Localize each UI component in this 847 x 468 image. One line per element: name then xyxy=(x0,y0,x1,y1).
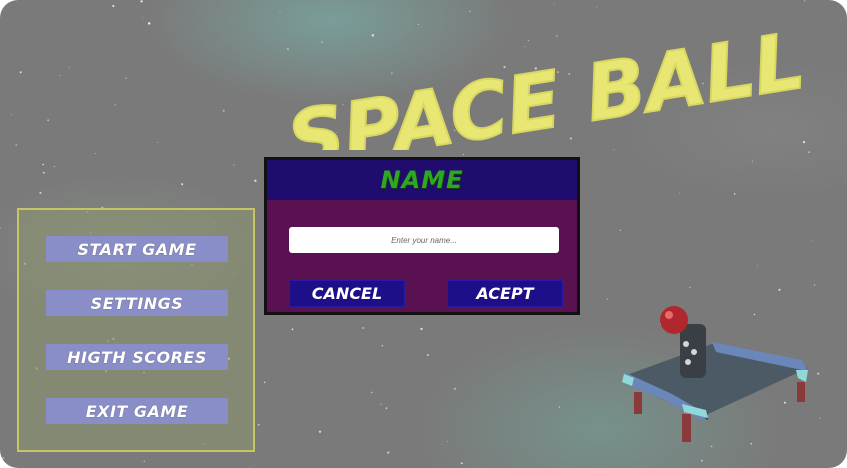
paddle-leg xyxy=(634,392,642,414)
star xyxy=(140,0,143,3)
main-menu: START GAME SETTINGS HIGTH SCORES EXIT GA… xyxy=(17,208,255,452)
star xyxy=(233,164,235,166)
star xyxy=(125,77,127,79)
dialog-header: NAME xyxy=(267,160,577,200)
star xyxy=(42,163,44,166)
star xyxy=(0,227,1,229)
star xyxy=(68,66,70,68)
star xyxy=(606,298,608,300)
star xyxy=(19,71,22,74)
star xyxy=(47,119,49,122)
star xyxy=(751,160,754,162)
paddle-platform xyxy=(624,344,808,414)
joystick-light xyxy=(691,349,697,355)
star xyxy=(39,191,42,194)
star xyxy=(114,103,117,106)
star xyxy=(222,109,225,112)
star xyxy=(462,154,464,156)
game-title-text: SPACE BALL xyxy=(282,16,811,150)
start-game-button[interactable]: START GAME xyxy=(46,236,228,262)
star xyxy=(700,459,703,462)
joystick-ball xyxy=(660,306,688,334)
game-title: SPACE BALL xyxy=(281,15,812,150)
star xyxy=(446,440,448,442)
star xyxy=(143,460,146,463)
paddle-leg xyxy=(682,414,691,442)
star xyxy=(460,462,463,465)
star xyxy=(181,183,184,186)
star xyxy=(733,193,736,195)
settings-button[interactable]: SETTINGS xyxy=(46,290,228,316)
game-screen: SPACE BALL NAME CANCEL ACEPT START GAME … xyxy=(0,0,847,468)
paddle-leg xyxy=(797,382,805,402)
star xyxy=(142,17,144,18)
accept-button[interactable]: ACEPT xyxy=(447,280,563,307)
star xyxy=(291,328,294,331)
joystick-light xyxy=(685,359,691,365)
star xyxy=(679,192,681,194)
star xyxy=(362,326,365,330)
star xyxy=(756,265,758,267)
star xyxy=(318,430,322,433)
star xyxy=(812,240,814,242)
star xyxy=(15,144,18,146)
star xyxy=(59,75,61,77)
high-scores-button[interactable]: HIGTH SCORES xyxy=(46,344,228,370)
dialog-title: NAME xyxy=(380,166,464,194)
star xyxy=(112,4,115,8)
star xyxy=(263,381,266,384)
star xyxy=(558,406,560,408)
star xyxy=(157,141,159,143)
star xyxy=(387,451,390,454)
star xyxy=(370,391,373,394)
star xyxy=(94,153,96,155)
star xyxy=(619,229,622,231)
joystick-light xyxy=(683,341,689,347)
name-dialog: NAME CANCEL ACEPT xyxy=(264,157,580,315)
star xyxy=(813,284,816,286)
star xyxy=(380,403,382,406)
star xyxy=(147,22,151,25)
star xyxy=(689,286,691,289)
joystick-ball-highlight xyxy=(665,311,673,319)
star xyxy=(10,114,12,116)
star xyxy=(453,387,457,390)
star xyxy=(381,345,383,347)
exit-game-button[interactable]: EXIT GAME xyxy=(46,398,228,424)
star xyxy=(53,165,55,168)
paddle-joystick-model xyxy=(622,306,808,442)
star xyxy=(385,407,388,410)
cancel-button[interactable]: CANCEL xyxy=(289,280,405,307)
star xyxy=(808,151,810,153)
star xyxy=(420,327,423,331)
paddle-bumper-tip xyxy=(796,370,808,382)
name-input[interactable] xyxy=(289,227,559,253)
star xyxy=(426,354,429,356)
star xyxy=(778,288,781,291)
star xyxy=(2,456,5,459)
star xyxy=(254,179,257,183)
star xyxy=(42,171,45,174)
star xyxy=(257,423,260,426)
